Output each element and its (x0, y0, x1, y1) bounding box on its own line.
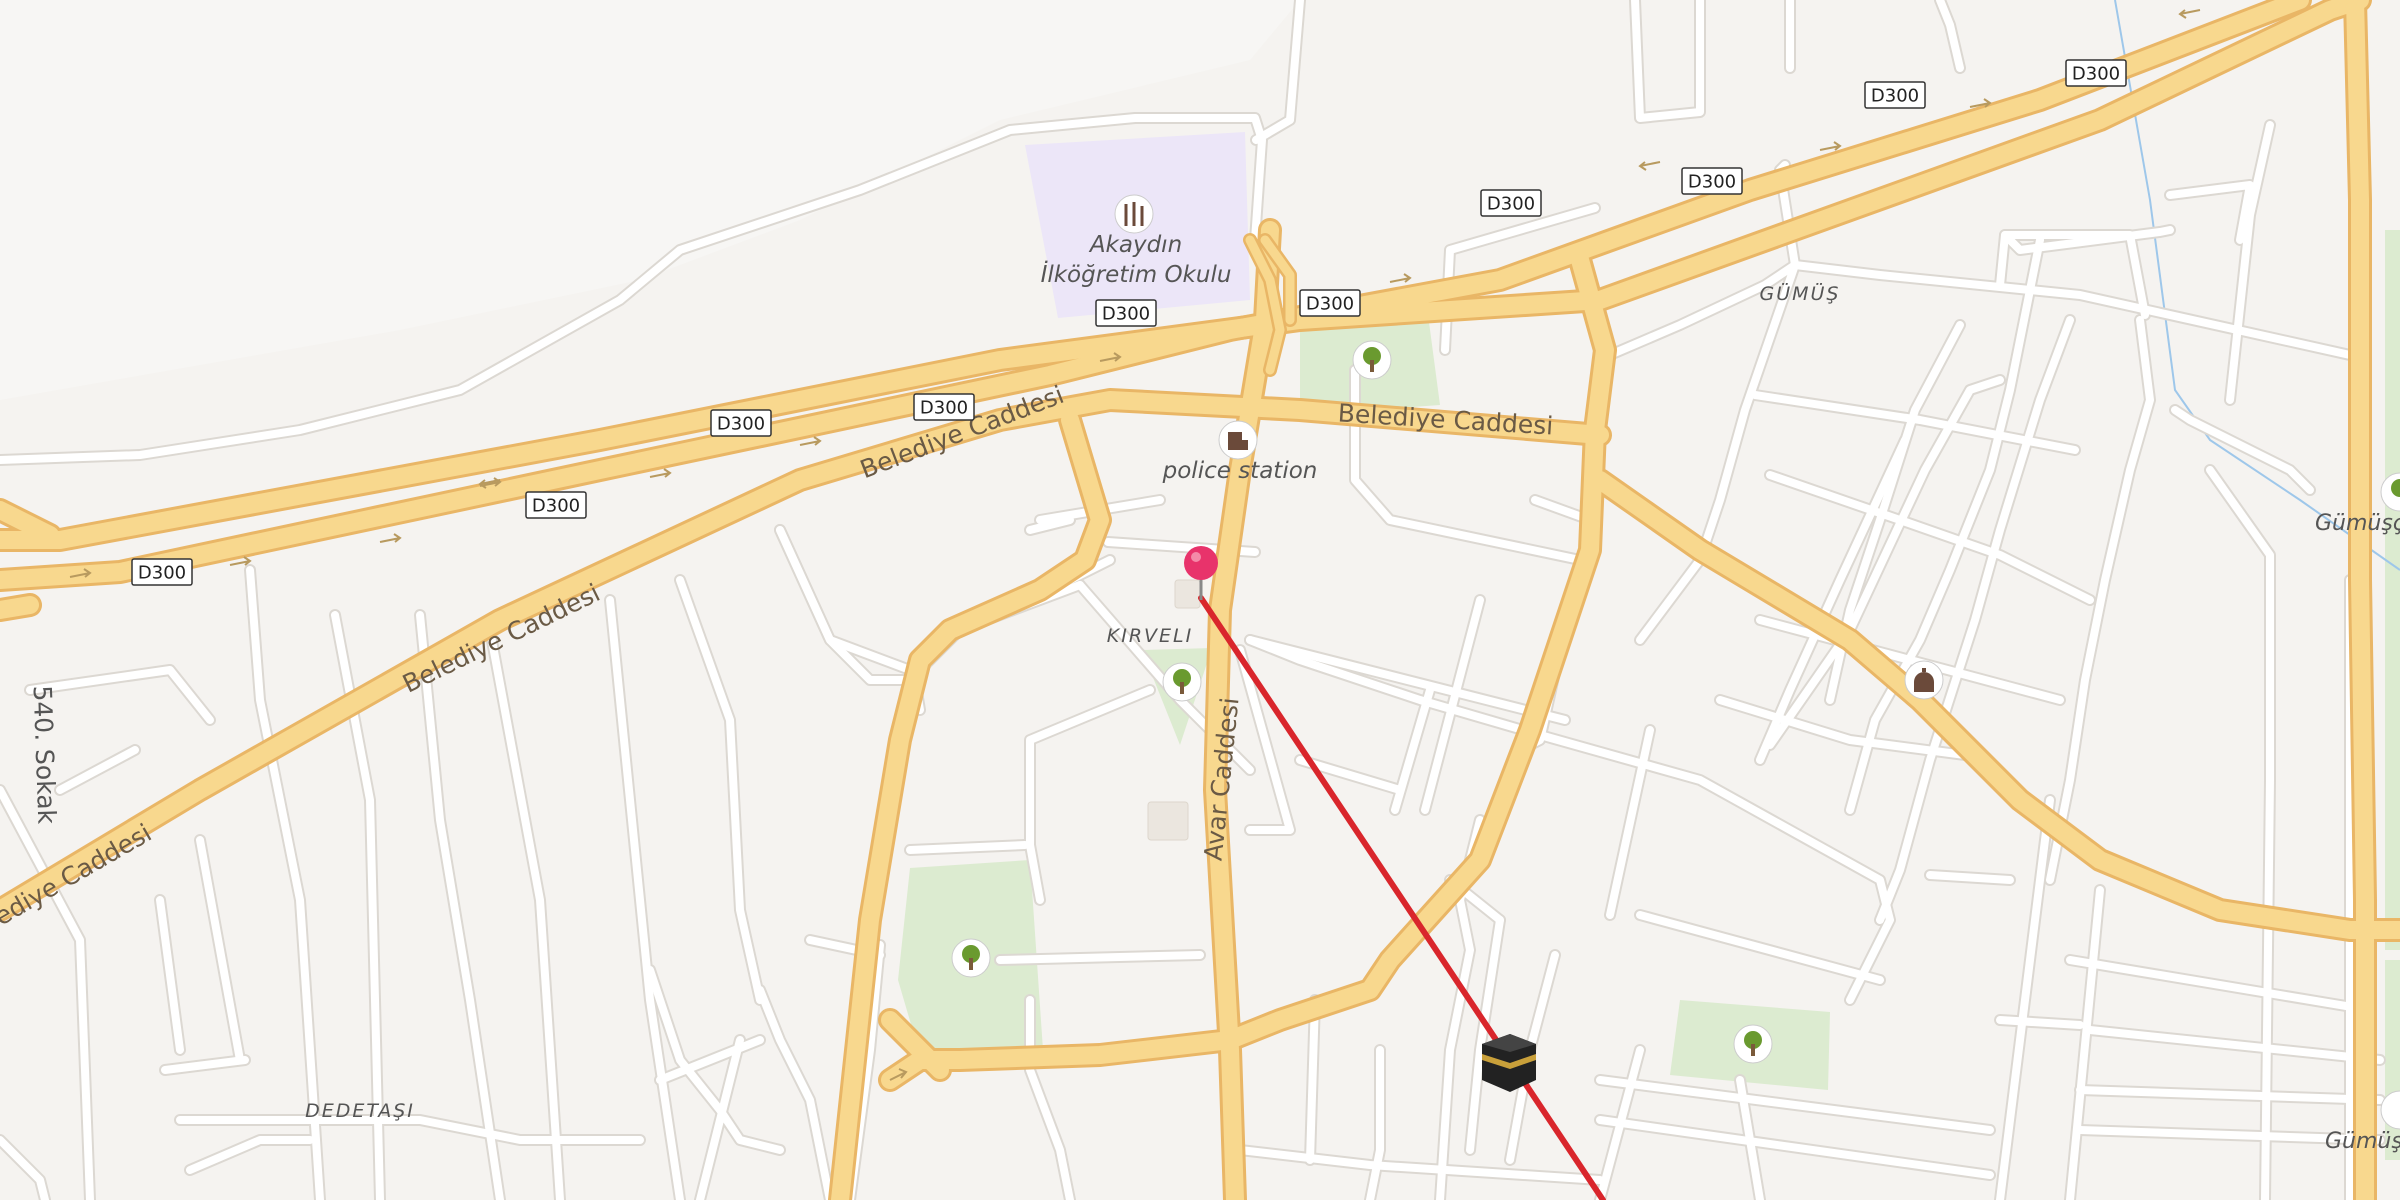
route-shield-label: D300 (2072, 64, 2120, 85)
district-gumus: GÜMÜŞ (1760, 282, 1841, 305)
school-label-line2: İlköğretim Okulu (1041, 260, 1232, 288)
route-shield-d300: D300 (525, 491, 587, 519)
building (1147, 801, 1189, 841)
route-shield-label: D300 (1102, 304, 1150, 325)
tree-icon (1162, 662, 1202, 702)
mosque-poi[interactable] (1904, 660, 1944, 700)
route-shield-d300: D300 (913, 393, 975, 421)
route-shield-d300: D300 (1681, 167, 1743, 195)
district-gumus-south: Gümüş (2325, 1129, 2400, 1154)
police-label: police station (1162, 458, 1318, 484)
route-shield-label: D300 (1306, 294, 1354, 315)
location-pin-highlight (1191, 552, 1201, 562)
route-shield-d300: D300 (1095, 299, 1157, 327)
route-shield-label: D300 (1871, 86, 1919, 107)
district-dedetasi: DEDETAŞI (305, 1100, 415, 1122)
street-label-540-sokak: 540. Sokak (28, 685, 62, 825)
route-shield-label: D300 (532, 496, 580, 517)
district-gumusc: Gümüşç (2315, 511, 2400, 536)
route-shield-d300: D300 (1480, 189, 1542, 217)
location-pin-icon (1184, 546, 1218, 580)
building (1174, 579, 1201, 609)
route-shield-d300: D300 (1299, 289, 1361, 317)
route-shield-label: D300 (717, 414, 765, 435)
map-canvas[interactable]: Belediye Caddesi Belediye Caddesi Beledi… (0, 0, 2400, 1200)
kaaba-poi[interactable] (1482, 1034, 1536, 1092)
route-shield-label: D300 (138, 563, 186, 584)
school-label-line1: Akaydın (1088, 232, 1182, 258)
tree-icon (1733, 1024, 1773, 1064)
park-area (2385, 230, 2400, 950)
route-shield-d300: D300 (2065, 59, 2127, 87)
route-shield-d300: D300 (131, 558, 193, 586)
route-shield-label: D300 (920, 398, 968, 419)
tree-icon (1352, 340, 1392, 380)
district-kirveli: KIRVELI (1107, 625, 1193, 647)
route-shield-label: D300 (1688, 172, 1736, 193)
tree-icon (951, 938, 991, 978)
route-shield-d300: D300 (1864, 81, 1926, 109)
route-shield-d300: D300 (710, 409, 772, 437)
route-shield-label: D300 (1487, 194, 1535, 215)
